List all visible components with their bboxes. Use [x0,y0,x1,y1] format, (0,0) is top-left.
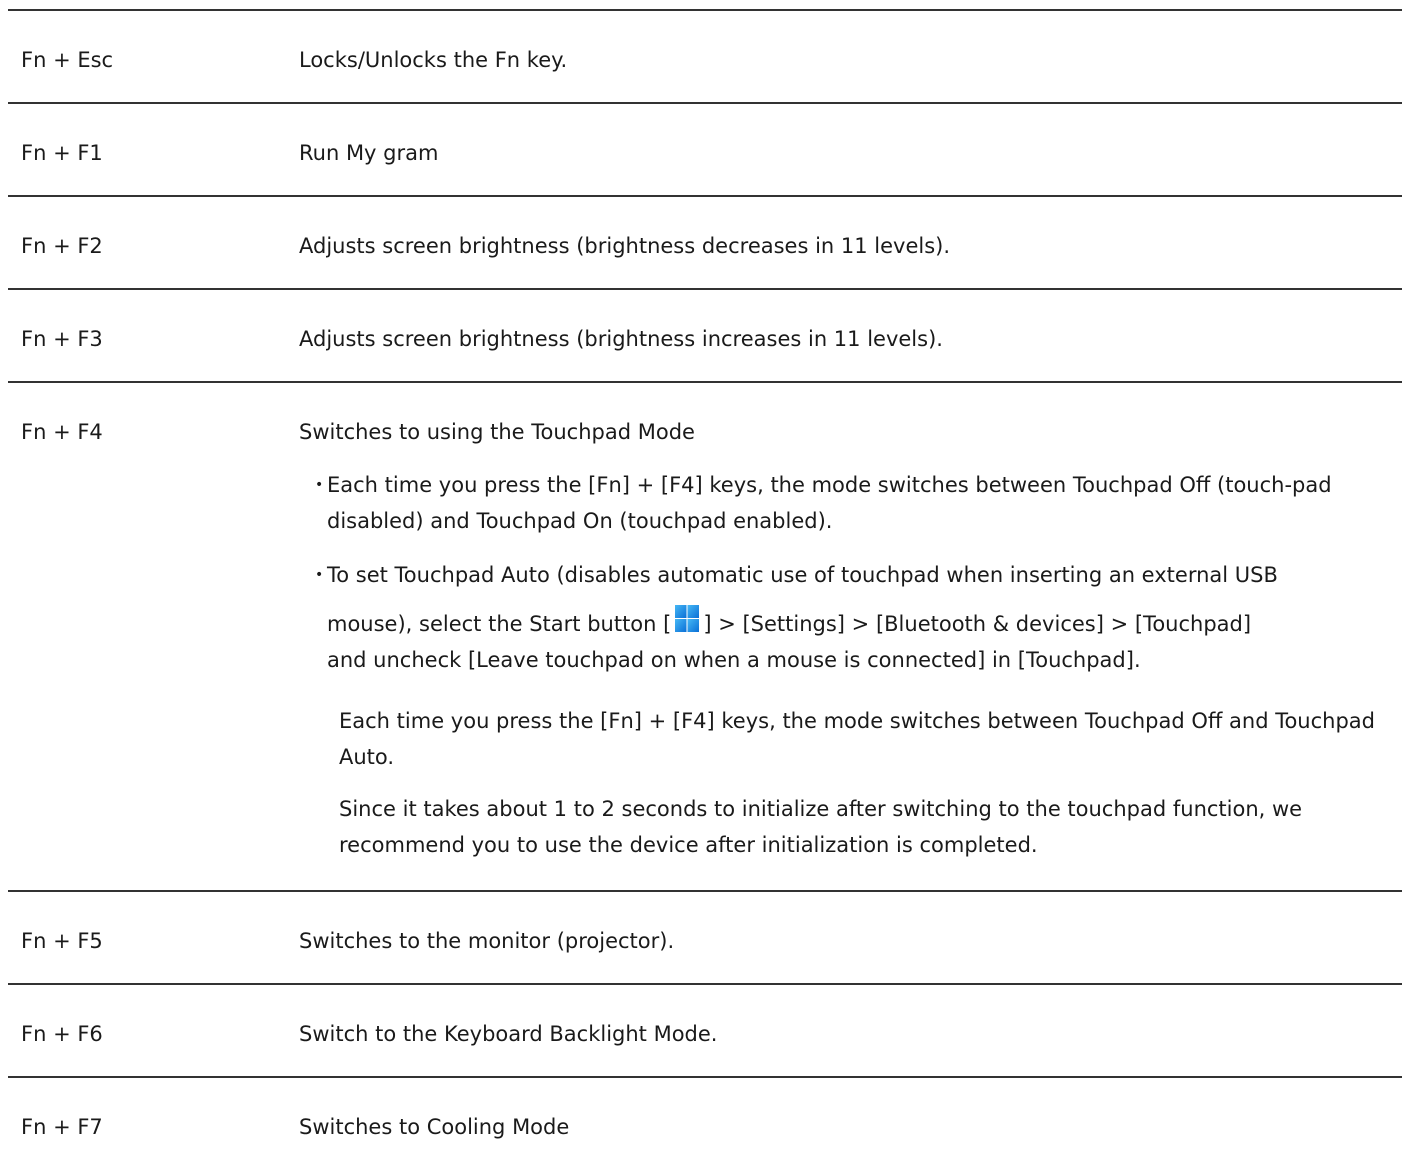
key-description: Run My gram [299,141,439,165]
key-combo: Fn + F4 [21,420,103,444]
table-row-f4: Fn + F4 Switches to using the Touchpad M… [8,383,1402,892]
key-combo: Fn + F1 [21,141,103,165]
key-description: Switches to the monitor (projector). [299,929,675,953]
table-row: Fn + F1 Run My gram [8,104,1402,197]
bullet-text-pre-icon: mouse), select the Start button [ [327,612,672,636]
key-description: Switches to using the Touchpad Mode [299,420,695,444]
note-paragraph: Each time you press the [Fn] + [F4] keys… [339,709,1376,769]
key-combo: Fn + Esc [21,48,114,72]
table-row: Fn + F3 Adjusts screen brightness (brigh… [8,290,1402,383]
key-combo: Fn + F7 [21,1115,103,1139]
bullet-dot: • [315,567,324,583]
table-row: Fn + F2 Adjusts screen brightness (brigh… [8,197,1402,290]
table-row: Fn + F5 Switches to the monitor (project… [8,892,1402,985]
bullet-text-post-icon: ] > [Settings] > [Bluetooth & devices] >… [703,612,1252,636]
bullet-text-line1: To set Touchpad Auto (disables automatic… [327,563,1278,587]
note-paragraph: Since it takes about 1 to 2 seconds to i… [339,797,1303,857]
bullet-dot: • [315,477,324,493]
windows-start-icon [675,605,700,632]
bullet-text-line3: and uncheck [Leave touchpad on when a mo… [327,648,1141,672]
key-combo: Fn + F6 [21,1022,103,1046]
table-row: Fn + Esc Locks/Unlocks the Fn key. [8,11,1402,104]
key-description: Adjusts screen brightness (brightness de… [299,234,951,258]
bullet-touchpad-auto: • To set Touchpad Auto (disables automat… [315,557,1389,678]
key-description: Locks/Unlocks the Fn key. [299,48,568,72]
table-row: Fn + F7 Switches to Cooling Mode [8,1078,1402,1158]
bullet-text: Each time you press the [Fn] + [F4] keys… [327,473,1332,533]
table-row: Fn + F6 Switch to the Keyboard Backlight… [8,985,1402,1078]
key-description: Switch to the Keyboard Backlight Mode. [299,1022,718,1046]
key-combo: Fn + F2 [21,234,103,258]
key-description: Adjusts screen brightness (brightness in… [299,327,943,351]
key-combo: Fn + F3 [21,327,103,351]
key-description: Switches to Cooling Mode [299,1115,570,1139]
bullet-touchpad-toggle: • Each time you press the [Fn] + [F4] ke… [315,467,1389,539]
key-combo: Fn + F5 [21,929,103,953]
fn-key-table: Fn + Esc Locks/Unlocks the Fn key. Fn + … [8,9,1402,1158]
